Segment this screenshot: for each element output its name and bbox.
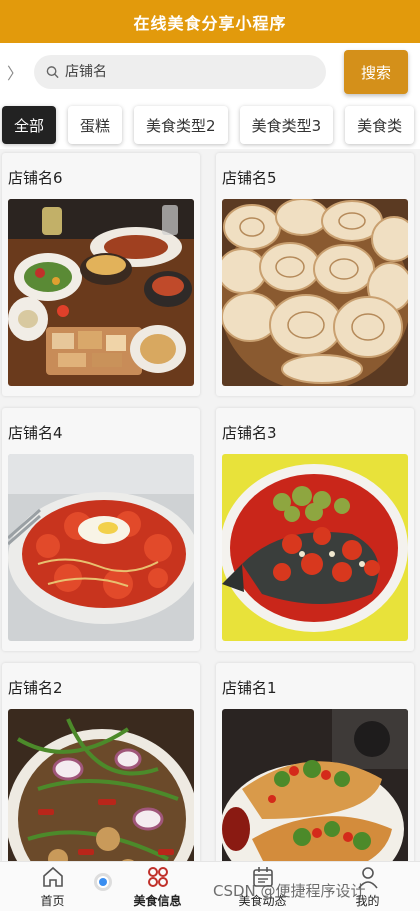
search-icon bbox=[46, 66, 59, 79]
shop-card[interactable]: 店铺名1 bbox=[216, 663, 414, 861]
rose-pastry-photo[interactable] bbox=[222, 199, 408, 386]
shop-card[interactable]: 店铺名3 bbox=[216, 408, 414, 651]
stuffed-flatbread-photo[interactable] bbox=[222, 709, 408, 861]
search-input[interactable] bbox=[65, 64, 326, 80]
category-tab-cake[interactable]: 蛋糕 bbox=[68, 106, 123, 144]
shop-name: 店铺名5 bbox=[222, 169, 277, 187]
clover-icon bbox=[147, 867, 168, 887]
shop-name: 店铺名4 bbox=[8, 424, 63, 442]
category-tab-type3[interactable]: 美食类型3 bbox=[239, 106, 334, 144]
search-box[interactable] bbox=[34, 55, 326, 89]
nav-label: 首页 bbox=[40, 894, 65, 908]
home-icon bbox=[42, 866, 63, 887]
app-header: 在线美食分享小程序 bbox=[0, 0, 420, 43]
shop-name: 店铺名3 bbox=[222, 424, 277, 442]
category-tab-type2[interactable]: 美食类型2 bbox=[134, 106, 228, 144]
search-bar: 〉 搜索 bbox=[0, 43, 420, 101]
food-platter-photo[interactable] bbox=[8, 199, 194, 386]
stir-fry-salad-photo[interactable] bbox=[8, 709, 194, 861]
shop-card[interactable]: 店铺名2 bbox=[2, 663, 200, 861]
shop-card[interactable]: 店铺名5 bbox=[216, 153, 414, 396]
nav-label: 美食信息 bbox=[133, 894, 182, 908]
floating-indicator-dot[interactable] bbox=[94, 873, 112, 891]
category-tab-all[interactable]: 全部 bbox=[2, 106, 57, 144]
shop-name: 店铺名1 bbox=[222, 679, 277, 697]
chevron-right-icon[interactable]: 〉 bbox=[6, 60, 24, 84]
nav-food-info[interactable]: 美食信息 bbox=[105, 862, 210, 911]
tomato-egg-pasta-photo[interactable] bbox=[8, 454, 194, 641]
nav-home[interactable]: 首页 bbox=[0, 862, 105, 911]
search-button[interactable]: 搜索 bbox=[344, 50, 408, 94]
chili-fish-head-photo[interactable] bbox=[222, 454, 408, 641]
shop-grid: 店铺名6 店铺名5 店铺名4 店铺名3 店铺名2 店铺名1 bbox=[0, 149, 420, 861]
category-tabs: 全部 蛋糕 美食类型2 美食类型3 美食类 bbox=[0, 101, 420, 149]
shop-card[interactable]: 店铺名4 bbox=[2, 408, 200, 651]
category-tab-more[interactable]: 美食类 bbox=[345, 106, 415, 144]
shop-name: 店铺名2 bbox=[8, 679, 63, 697]
watermark: CSDN @便捷程序设计 bbox=[213, 882, 366, 900]
shop-name: 店铺名6 bbox=[8, 169, 63, 187]
shop-card[interactable]: 店铺名6 bbox=[2, 153, 200, 396]
page-title: 在线美食分享小程序 bbox=[133, 13, 287, 33]
